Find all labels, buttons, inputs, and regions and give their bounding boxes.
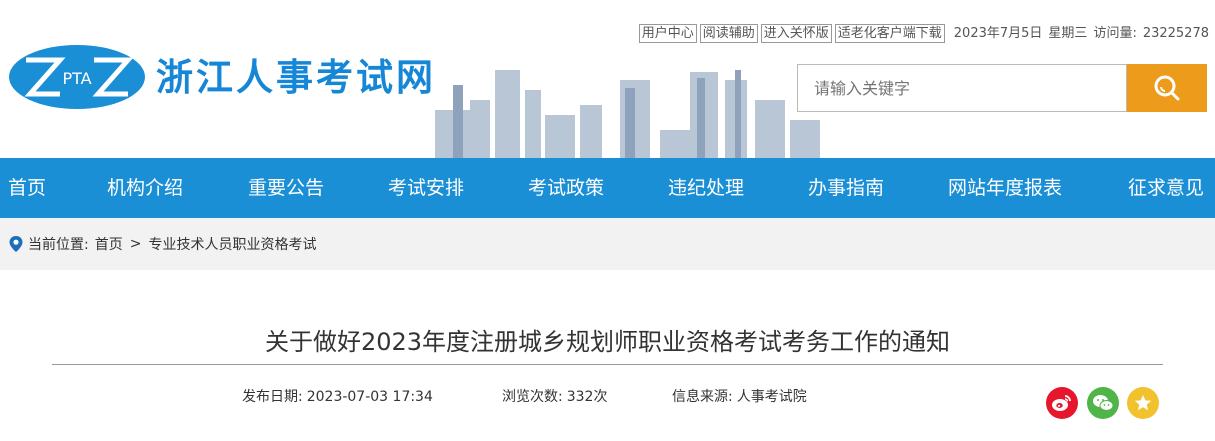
care-version-link[interactable]: 进入关怀版 <box>760 24 832 43</box>
publish-date: 发布日期: 2023-07-03 17:34 <box>242 386 433 406</box>
nav-item-guide[interactable]: 办事指南 <box>808 158 884 218</box>
info-source: 信息来源: 人事考试院 <box>672 386 807 406</box>
publish-date-label: 发布日期: <box>242 389 303 405</box>
nav-item-annual-report[interactable]: 网站年度报表 <box>948 158 1062 218</box>
reading-assist-link[interactable]: 阅读辅助 <box>699 24 758 43</box>
nav-item-violations[interactable]: 违纪处理 <box>668 158 744 218</box>
top-links: 用户中心 阅读辅助 进入关怀版 适老化客户端下载 2023年7月5日 星期三 访问量: 232… <box>638 22 1209 43</box>
nav-item-home[interactable]: 首页 <box>8 158 46 218</box>
search-input[interactable] <box>797 64 1127 112</box>
breadcrumb: 当前位置: 首页 > 专业技术人员职业资格考试 <box>8 234 316 254</box>
breadcrumb-home[interactable]: 首页 <box>95 234 123 254</box>
source-label: 信息来源: <box>672 389 733 405</box>
location-pin-icon <box>9 236 23 252</box>
wechat-icon <box>1093 395 1114 411</box>
nav-item-exam-policy[interactable]: 考试政策 <box>528 158 604 218</box>
search-button[interactable] <box>1127 64 1207 112</box>
breadcrumb-separator: > <box>129 236 142 252</box>
views-label: 浏览次数: <box>502 389 563 405</box>
nav-item-about[interactable]: 机构介绍 <box>107 158 183 218</box>
nav-item-exam-schedule[interactable]: 考试安排 <box>388 158 464 218</box>
search-icon <box>1154 75 1180 101</box>
user-center-link[interactable]: 用户中心 <box>638 24 697 43</box>
article-title: 关于做好2023年度注册城乡规划师职业资格考试考务工作的通知 <box>264 328 951 356</box>
publish-date-value: 2023-07-03 17:34 <box>306 389 433 405</box>
breadcrumb-label: 当前位置: <box>28 237 89 253</box>
visits-count: 23225278 <box>1142 26 1209 41</box>
nav-item-announcements[interactable]: 重要公告 <box>248 158 324 218</box>
city-skyline-illustration <box>435 70 820 158</box>
source-value: 人事考试院 <box>736 389 807 405</box>
weekday: 星期三 <box>1048 26 1088 41</box>
views-value: 332次 <box>566 389 608 405</box>
elderly-client-download-link[interactable]: 适老化客户端下载 <box>834 24 945 43</box>
header: PTA 浙江人事考试网 用户中心 阅读辅助 进入关怀版 适老化客户端下载 2023年7月… <box>0 0 1215 158</box>
favorite-button[interactable] <box>1127 387 1159 419</box>
title-divider <box>52 364 1163 365</box>
site-logo[interactable]: PTA <box>8 44 146 110</box>
current-date: 2023年7月5日 <box>953 26 1043 41</box>
breadcrumb-current[interactable]: 专业技术人员职业资格考试 <box>148 234 316 254</box>
share-weibo-button[interactable] <box>1046 387 1078 419</box>
logo-text: PTA <box>62 69 91 88</box>
share-wechat-button[interactable] <box>1087 387 1119 419</box>
nav-item-feedback[interactable]: 征求意见 <box>1128 158 1204 218</box>
favorite-star-icon <box>1134 395 1152 411</box>
weibo-icon <box>1052 395 1071 411</box>
site-name[interactable]: 浙江人事考试网 <box>156 54 436 102</box>
visits-label: 访问量: <box>1093 26 1137 41</box>
breadcrumb-bar: 当前位置: 首页 > 专业技术人员职业资格考试 <box>0 218 1215 270</box>
main-nav: 首页 机构介绍 重要公告 考试安排 考试政策 违纪处理 办事指南 网站年度报表 … <box>0 158 1215 218</box>
view-count: 浏览次数: 332次 <box>502 386 607 406</box>
